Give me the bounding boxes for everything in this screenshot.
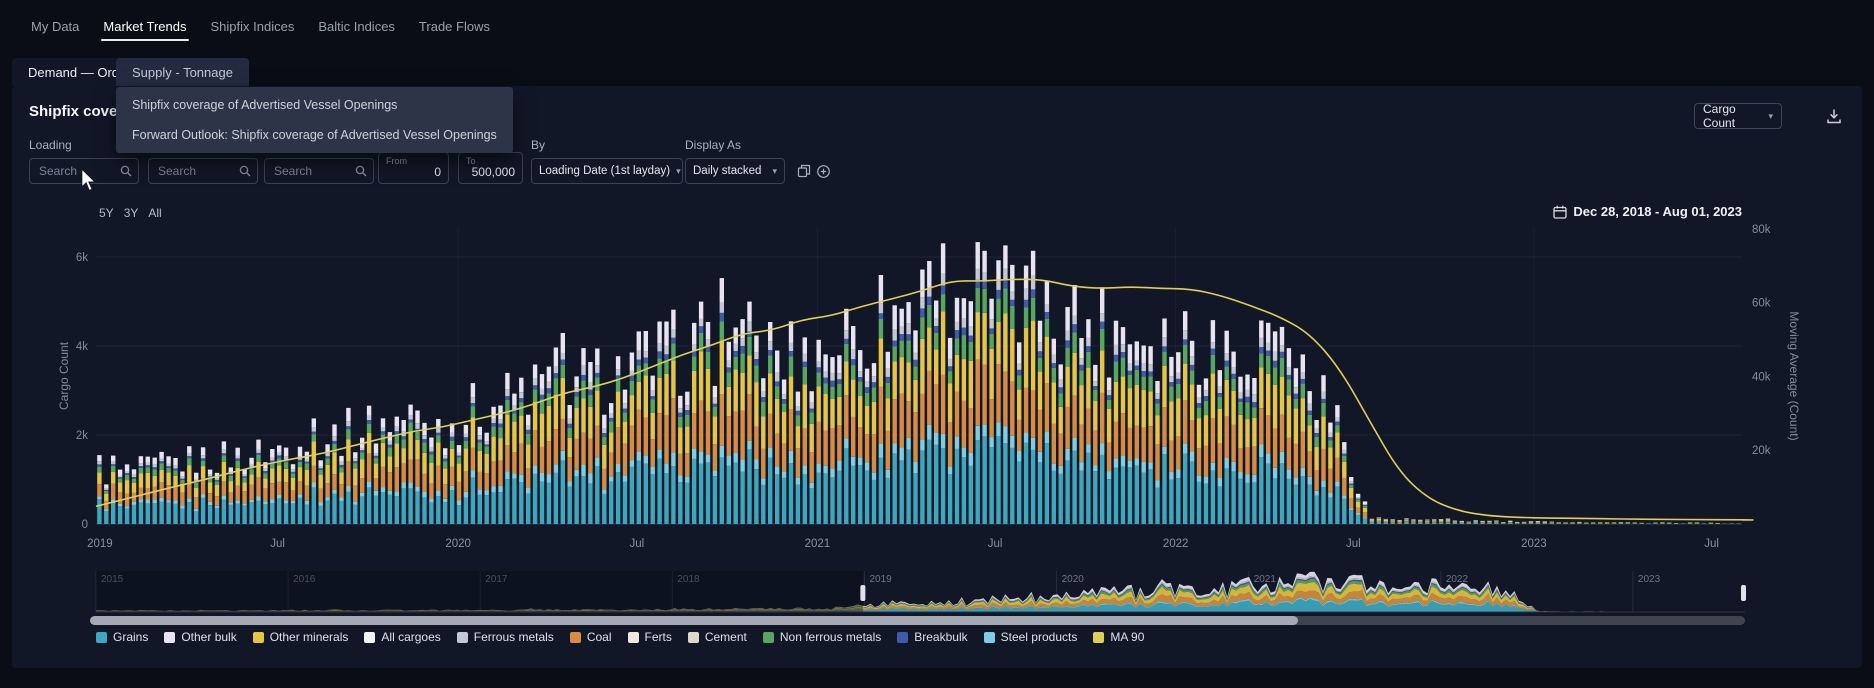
legend-item-ferrous-metals[interactable]: Ferrous metals — [457, 630, 554, 644]
legend-swatch — [570, 632, 581, 643]
app-root: My Data Market Trends Shipfix Indices Ba… — [0, 0, 1874, 688]
range-button-3y[interactable]: 3Y — [124, 206, 139, 220]
legend-label: Cement — [705, 630, 747, 644]
legend-swatch — [688, 632, 699, 643]
legend-item-grains[interactable]: Grains — [96, 630, 148, 644]
legend-label: Breakbulk — [914, 630, 967, 644]
chevron-down-icon: ▾ — [676, 166, 681, 177]
download-icon — [1825, 107, 1843, 125]
legend-item-non-ferrous-metals[interactable]: Non ferrous metals — [763, 630, 881, 644]
loading-label: Loading — [29, 138, 72, 152]
nav-item-shipfix-indices[interactable]: Shipfix Indices — [209, 12, 297, 41]
calendar-icon — [1553, 205, 1567, 219]
legend-swatch — [984, 632, 995, 643]
range-button-all[interactable]: All — [148, 206, 161, 220]
by-select-value: Loading Date (1st layday) — [539, 165, 670, 177]
menu-item-shipfix-coverage-vessel-openings[interactable]: Shipfix coverage of Advertised Vessel Op… — [116, 90, 513, 120]
legend-label: All cargoes — [381, 630, 440, 644]
copy-chart-button[interactable] — [795, 162, 813, 180]
download-button[interactable] — [1822, 104, 1846, 128]
legend-swatch — [628, 632, 639, 643]
legend-item-coal[interactable]: Coal — [570, 630, 612, 644]
legend-swatch — [96, 632, 107, 643]
nav-item-market-trends[interactable]: Market Trends — [101, 12, 188, 41]
legend-label: Coal — [587, 630, 612, 644]
zoom-reset-button[interactable] — [814, 162, 832, 180]
legend-swatch — [253, 632, 264, 643]
legend-label: Other bulk — [181, 630, 236, 644]
date-range-value: Dec 28, 2018 - Aug 01, 2023 — [1573, 204, 1742, 219]
page-title: Shipfix cover — [29, 103, 123, 120]
nav-item-baltic-indices[interactable]: Baltic Indices — [316, 12, 397, 41]
discharging-search-input[interactable] — [148, 158, 258, 184]
supply-tab-menu: Shipfix coverage of Advertised Vessel Op… — [116, 87, 513, 153]
display-as-select[interactable]: Daily stacked ▾ — [685, 158, 785, 184]
by-select[interactable]: Loading Date (1st layday) ▾ — [531, 158, 683, 184]
nav-item-trade-flows[interactable]: Trade Flows — [417, 12, 492, 41]
legend-item-ma-90[interactable]: MA 90 — [1093, 630, 1144, 644]
metric-select-value: Cargo Count — [1703, 102, 1762, 130]
legend-item-other-bulk[interactable]: Other bulk — [164, 630, 236, 644]
legend-item-other-minerals[interactable]: Other minerals — [253, 630, 349, 644]
display-as-label: Display As — [685, 138, 741, 152]
legend-label: Non ferrous metals — [780, 630, 881, 644]
legend-item-cement[interactable]: Cement — [688, 630, 747, 644]
legend-swatch — [164, 632, 175, 643]
menu-item-forward-outlook-vessel-openings[interactable]: Forward Outlook: Shipfix coverage of Adv… — [116, 120, 513, 150]
legend-label: MA 90 — [1110, 630, 1144, 644]
nav-item-my-data[interactable]: My Data — [29, 12, 81, 41]
chevron-down-icon: ▾ — [772, 166, 777, 177]
top-navigation: My Data Market Trends Shipfix Indices Ba… — [0, 0, 1874, 53]
legend-swatch — [457, 632, 468, 643]
tab-supply-tonnage[interactable]: Supply - Tonnage — [116, 58, 249, 86]
loading-search-input[interactable] — [29, 158, 139, 184]
time-range-buttons: 5Y 3Y All — [99, 206, 162, 220]
legend-swatch — [1093, 632, 1104, 643]
legend-label: Steel products — [1001, 630, 1078, 644]
legend-label: Other minerals — [270, 630, 349, 644]
date-range-picker[interactable]: Dec 28, 2018 - Aug 01, 2023 — [1553, 204, 1742, 219]
circle-plus-icon — [816, 164, 831, 179]
cargo-types-search-input[interactable] — [264, 158, 374, 184]
order-size-from-input[interactable] — [386, 165, 441, 179]
by-label: By — [531, 138, 545, 152]
order-size-to-input[interactable] — [466, 165, 515, 179]
order-size-to-box: To — [458, 152, 523, 184]
legend-swatch — [763, 632, 774, 643]
legend-swatch — [897, 632, 908, 643]
legend-item-ferts[interactable]: Ferts — [628, 630, 672, 644]
range-button-5y[interactable]: 5Y — [99, 206, 114, 220]
legend-item-steel-products[interactable]: Steel products — [984, 630, 1078, 644]
legend-item-all-cargoes[interactable]: All cargoes — [364, 630, 440, 644]
copy-icon — [797, 164, 811, 178]
legend-swatch — [364, 632, 375, 643]
minimap-scrollbar[interactable] — [90, 616, 1745, 625]
display-as-select-value: Daily stacked — [693, 165, 761, 177]
scrollbar-thumb[interactable] — [90, 616, 1298, 625]
metric-select[interactable]: Cargo Count ▾ — [1694, 103, 1782, 129]
legend-label: Ferts — [645, 630, 672, 644]
legend: Grains Other bulk Other minerals All cargoe… — [96, 630, 1144, 644]
legend-label: Ferrous metals — [474, 630, 554, 644]
chevron-down-icon: ▾ — [1768, 111, 1773, 122]
legend-item-breakbulk[interactable]: Breakbulk — [897, 630, 967, 644]
legend-label: Grains — [113, 630, 148, 644]
order-size-from-box: From — [378, 152, 449, 184]
